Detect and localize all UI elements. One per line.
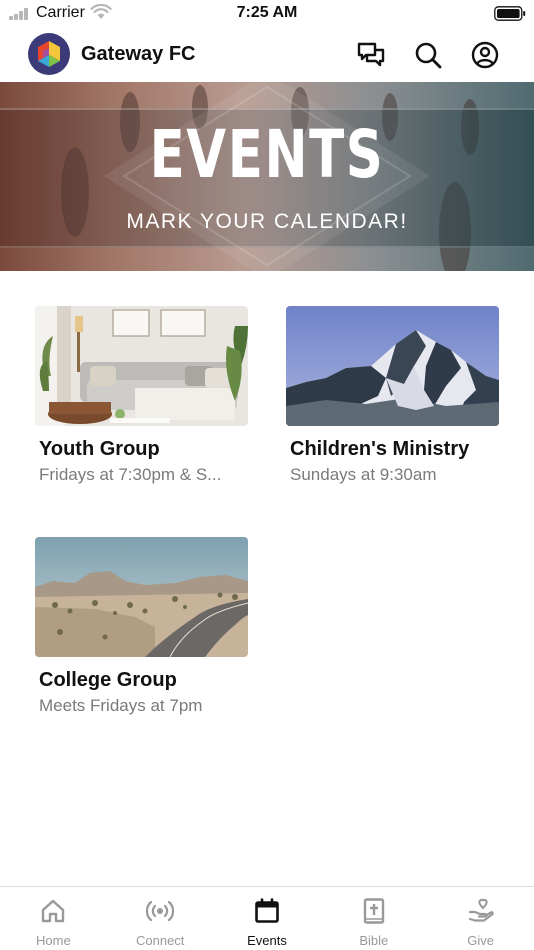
status-bar: Carrier 7:25 AM <box>0 0 534 28</box>
bible-icon <box>363 898 384 924</box>
living-room-image <box>35 306 248 426</box>
tab-label: Connect <box>135 933 185 948</box>
give-icon <box>468 898 494 922</box>
search-icon[interactable] <box>413 40 443 70</box>
tab-bible[interactable]: Bible <box>320 887 427 950</box>
status-time: 7:25 AM <box>236 4 298 21</box>
tab-label: Bible <box>359 933 389 948</box>
home-icon <box>42 899 65 923</box>
tab-events[interactable]: Events <box>214 887 321 950</box>
app-header: Gateway FC <box>0 28 534 82</box>
banner-subtitle: MARK YOUR CALENDAR! <box>126 210 408 233</box>
church-name: Gateway FC <box>81 43 196 65</box>
event-schedule: Sundays at 9:30am <box>290 465 437 484</box>
event-title: Children's Ministry <box>290 438 470 460</box>
event-title: College Group <box>39 669 177 691</box>
broadcast-icon <box>146 900 175 922</box>
tab-home[interactable]: Home <box>0 887 107 950</box>
tab-label: Home <box>36 933 71 948</box>
tab-connect[interactable]: Connect <box>107 887 214 950</box>
battery-icon <box>494 6 526 21</box>
church-logo[interactable] <box>28 33 70 75</box>
event-card-childrens-ministry[interactable]: Children's Ministry Sundays at 9:30am <box>286 306 499 485</box>
tab-label: Events <box>247 933 287 948</box>
event-card-college-group[interactable]: College Group Meets Fridays at 7pm <box>35 537 248 716</box>
chat-icon[interactable] <box>356 40 386 70</box>
event-schedule: Meets Fridays at 7pm <box>39 696 203 715</box>
desert-road-image <box>35 537 248 657</box>
events-banner: EVENTS MARK YOUR CALENDAR! <box>0 82 534 271</box>
bottom-tab-bar: Home Connect Events Bible Give <box>0 886 534 950</box>
tab-label: Give <box>467 933 494 948</box>
mountain-image <box>286 306 499 426</box>
calendar-icon <box>255 898 279 923</box>
profile-icon[interactable] <box>470 40 500 70</box>
event-schedule: Fridays at 7:30pm & S... <box>39 465 222 484</box>
tab-give[interactable]: Give <box>427 887 534 950</box>
event-card-youth-group[interactable]: Youth Group Fridays at 7:30pm & S... <box>35 306 248 485</box>
banner-title: EVENTS <box>149 116 385 193</box>
event-title: Youth Group <box>39 438 160 460</box>
